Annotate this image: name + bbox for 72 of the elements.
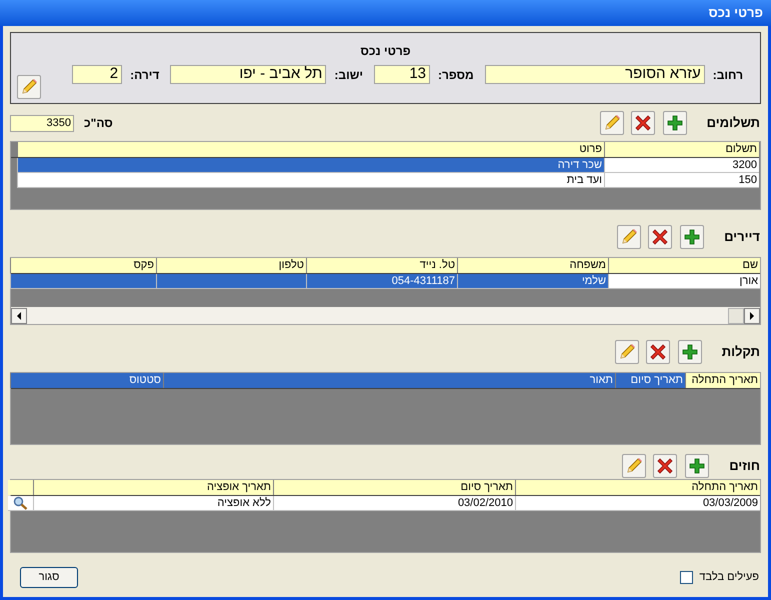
- add-button[interactable]: [662, 111, 687, 135]
- input-field[interactable]: 2: [72, 65, 122, 84]
- column-header[interactable]: פקס: [10, 258, 156, 273]
- scroll-left-button[interactable]: [11, 308, 27, 324]
- section-title: חוזים: [729, 457, 760, 476]
- input-field[interactable]: עזרא הסופר: [484, 65, 705, 84]
- right-arrow-icon: [749, 312, 755, 320]
- active-only-checkbox[interactable]: [680, 571, 694, 584]
- column-header[interactable]: פרוט: [17, 142, 604, 157]
- scroll-thumb[interactable]: [728, 308, 744, 324]
- window-title: פרטי נכס: [708, 4, 763, 22]
- scroll-right-button[interactable]: [744, 308, 760, 324]
- add-button[interactable]: [678, 340, 702, 364]
- field-label: מספר:: [438, 66, 474, 84]
- checkbox-label: פעילים בלבד: [699, 570, 759, 586]
- input-field[interactable]: 13: [374, 65, 430, 84]
- edit-button[interactable]: [17, 75, 41, 99]
- field-label: ישוב:: [334, 66, 364, 84]
- field-label: דירה:: [130, 66, 160, 84]
- edit-button[interactable]: [617, 225, 642, 249]
- delete-button[interactable]: [646, 340, 670, 364]
- edit-button[interactable]: [622, 454, 646, 478]
- table-cell: אורן: [608, 274, 760, 289]
- delete-button[interactable]: [653, 454, 678, 478]
- column-header[interactable]: טל. נייד: [306, 258, 457, 273]
- table-cell: 150: [604, 173, 759, 188]
- add-icon: [666, 114, 684, 132]
- section-title: תשלומים: [706, 114, 760, 132]
- panel-title: פרטי נכס: [360, 43, 411, 60]
- table-cell: 054-4311187: [306, 274, 457, 289]
- table-cell: 3200: [604, 158, 759, 173]
- close-button[interactable]: סגור: [20, 567, 78, 588]
- column-header[interactable]: תאריך התחלה: [515, 480, 760, 495]
- delete-button[interactable]: [630, 111, 655, 135]
- table-cell: ללא אופציה: [33, 496, 273, 511]
- delete-button[interactable]: [648, 225, 672, 249]
- edit-button[interactable]: [614, 340, 639, 364]
- field-label: רחוב:: [712, 66, 743, 84]
- left-arrow-icon: [16, 312, 22, 320]
- table-cell: שלמי: [457, 274, 608, 289]
- column-header[interactable]: תאור: [163, 373, 615, 388]
- column-header[interactable]: שם: [608, 258, 760, 273]
- column-header[interactable]: טלפון: [156, 258, 306, 273]
- table-cell: שכר דירה: [17, 158, 604, 173]
- input-field[interactable]: תל אביב - יפו: [170, 65, 326, 84]
- column-header: [8, 480, 33, 495]
- add-button[interactable]: [685, 454, 710, 478]
- total-label: סה"כ: [84, 115, 113, 132]
- add-icon: [688, 457, 706, 475]
- edit-button[interactable]: [600, 111, 624, 135]
- add-icon: [680, 343, 699, 361]
- column-header[interactable]: תאריך התחלה: [685, 373, 760, 388]
- section-title: דיירים: [724, 228, 760, 246]
- add-icon: [683, 228, 702, 246]
- column-header[interactable]: תאריך אופציה: [33, 480, 273, 495]
- magnifier-icon[interactable]: [13, 496, 28, 510]
- delete-icon: [655, 456, 676, 476]
- column-header[interactable]: תאריך סיום: [273, 480, 515, 495]
- total-field[interactable]: 3350: [10, 114, 74, 132]
- delete-icon: [650, 227, 670, 247]
- column-header[interactable]: תאריך סיום: [615, 373, 685, 388]
- scrollbar[interactable]: [11, 307, 760, 324]
- table-cell: 03/02/2010: [273, 496, 515, 511]
- section-title: תקלות: [722, 343, 760, 362]
- column-header[interactable]: משפחה: [457, 258, 608, 273]
- delete-icon: [632, 113, 653, 133]
- add-button[interactable]: [680, 225, 704, 249]
- delete-icon: [648, 342, 668, 362]
- column-header[interactable]: סטטוס: [10, 373, 163, 388]
- column-header[interactable]: תשלום: [604, 142, 759, 157]
- table-cell: ועד בית: [17, 173, 604, 188]
- table-cell: 03/03/2009: [515, 496, 760, 511]
